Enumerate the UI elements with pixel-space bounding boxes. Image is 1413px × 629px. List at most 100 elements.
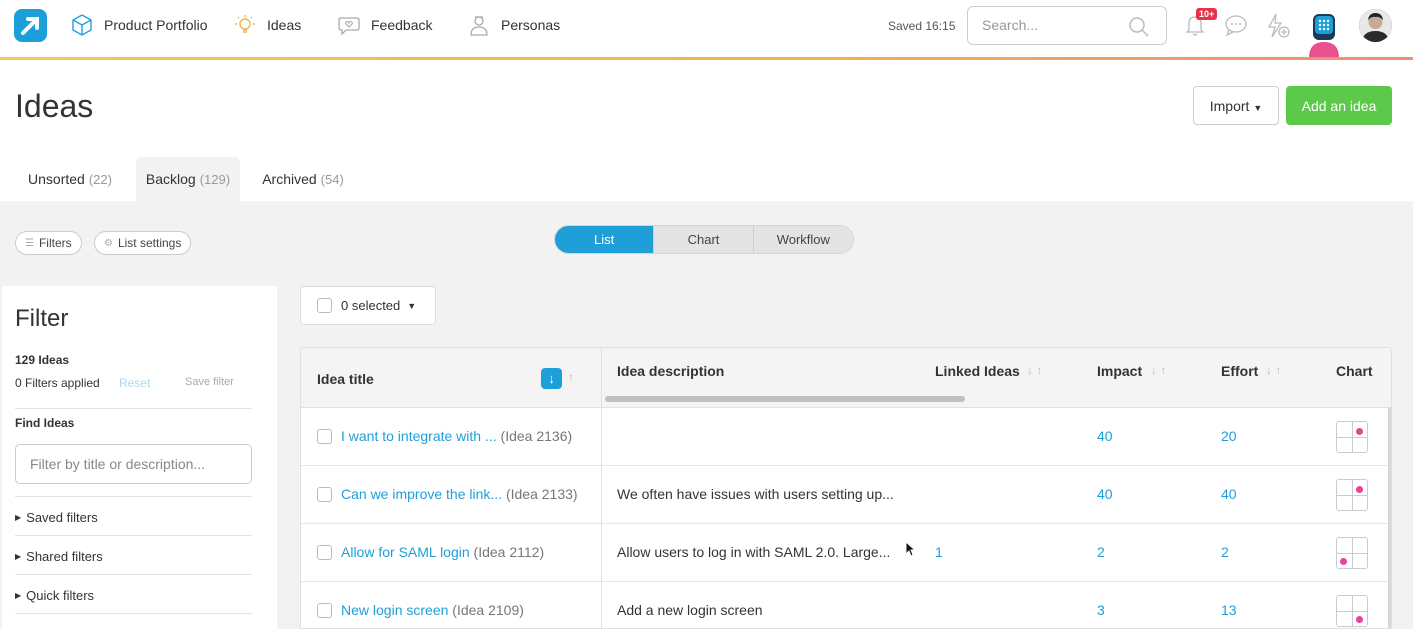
idea-id: (Idea 2109) [452, 602, 524, 618]
lightbulb-icon [235, 15, 255, 33]
impact-value[interactable]: 40 [1097, 428, 1113, 444]
idea-title-link[interactable]: Can we improve the link... [341, 486, 502, 502]
impact-effort-mini-chart [1336, 595, 1368, 627]
sort-arrows-icon[interactable]: ↓ ↑ [1027, 363, 1042, 377]
effort-value[interactable]: 2 [1221, 544, 1229, 560]
idea-title-link[interactable]: I want to integrate with ... [341, 428, 497, 444]
filter-lines-icon: ☰ [25, 237, 34, 249]
idea-id: (Idea 2133) [505, 486, 578, 502]
idea-title-link[interactable]: Allow for SAML login [341, 544, 470, 560]
column-header-description[interactable]: Idea description [617, 363, 724, 379]
search-icon[interactable] [1128, 16, 1150, 38]
divider [15, 408, 252, 409]
vertical-scrollbar[interactable] [1388, 408, 1391, 628]
idea-description: We often have issues with users setting … [617, 486, 894, 502]
quick-filters-toggle[interactable]: ▶ Quick filters [15, 588, 94, 603]
group-label: Shared filters [26, 549, 103, 564]
sort-asc-icon[interactable]: ↑ [568, 370, 574, 384]
column-header-chart[interactable]: Chart [1336, 363, 1373, 379]
nav-label: Ideas [267, 17, 302, 33]
view-list-button[interactable]: List [555, 226, 655, 253]
row-checkbox[interactable] [317, 429, 332, 444]
table-row[interactable]: New login screen (Idea 2109) Add a new l… [301, 582, 1391, 628]
filters-label: Filters [38, 236, 72, 250]
column-header-effort[interactable]: Effort [1221, 363, 1258, 379]
nav-item-personas[interactable]: Personas [467, 10, 560, 40]
sort-desc-icon[interactable]: ↓ [541, 368, 562, 389]
view-switcher: List Chart Workflow [554, 225, 854, 254]
saved-status: Saved 16:15 [888, 19, 956, 33]
table-row[interactable]: Can we improve the link... (Idea 2133) W… [301, 466, 1391, 524]
caret-right-icon: ▶ [15, 552, 22, 561]
search-input[interactable] [982, 17, 1132, 33]
impact-effort-mini-chart [1336, 421, 1368, 453]
select-all-checkbox[interactable] [317, 298, 332, 313]
group-label: Quick filters [26, 588, 95, 603]
persona-icon [470, 16, 488, 36]
chart-dot [1340, 558, 1347, 565]
effort-value[interactable]: 13 [1221, 602, 1237, 618]
assistant-robot-icon[interactable] [1306, 12, 1342, 58]
lightning-add-icon[interactable] [1263, 12, 1291, 40]
tab-backlog[interactable]: Backlog (129) [136, 157, 240, 201]
save-filter-link[interactable]: Save filter [185, 376, 234, 388]
divider [15, 574, 252, 575]
effort-value[interactable]: 40 [1221, 486, 1237, 502]
impact-value[interactable]: 2 [1097, 544, 1105, 560]
chat-icon[interactable] [1223, 12, 1249, 38]
nav-label: Product Portfolio [104, 17, 208, 33]
impact-effort-mini-chart [1336, 537, 1368, 569]
chart-dot [1356, 428, 1363, 435]
divider [15, 613, 252, 614]
nav-item-feedback[interactable]: Feedback [337, 10, 432, 40]
filter-search-input[interactable] [15, 444, 252, 484]
impact-value[interactable]: 40 [1097, 486, 1113, 502]
ideas-count: 129 Ideas [15, 353, 70, 367]
saved-filters-toggle[interactable]: ▶ Saved filters [15, 510, 98, 525]
nav-item-ideas[interactable]: Ideas [233, 10, 301, 40]
nav-item-product-portfolio[interactable]: Product Portfolio [70, 10, 208, 40]
import-button[interactable]: Import ▼ [1193, 86, 1279, 125]
top-navigation-bar: Product Portfolio Ideas Feedback Persona… [0, 0, 1413, 58]
view-chart-button[interactable]: Chart [654, 226, 754, 253]
page-title: Ideas [15, 88, 94, 124]
effort-value[interactable]: 20 [1221, 428, 1237, 444]
tab-label: Backlog [145, 171, 196, 187]
user-avatar[interactable] [1359, 9, 1392, 42]
chart-dot [1356, 616, 1363, 623]
add-idea-button[interactable]: Add an idea [1286, 86, 1392, 125]
mouse-cursor-icon [905, 541, 917, 557]
sort-arrows-icon[interactable]: ↓ ↑ [1266, 363, 1281, 377]
shared-filters-toggle[interactable]: ▶ Shared filters [15, 549, 103, 564]
column-header-linked-ideas[interactable]: Linked Ideas [935, 363, 1020, 379]
reset-filter-link[interactable]: Reset [119, 376, 150, 390]
view-workflow-button[interactable]: Workflow [754, 226, 853, 253]
filters-button[interactable]: ☰ Filters [15, 231, 82, 255]
column-header-title[interactable]: Idea title [317, 371, 374, 387]
app-logo-icon[interactable] [14, 9, 47, 42]
impact-value[interactable]: 3 [1097, 602, 1105, 618]
row-checkbox[interactable] [317, 487, 332, 502]
table-row[interactable]: Allow for SAML login (Idea 2112) Allow u… [301, 524, 1391, 582]
bulk-select-dropdown[interactable]: 0 selected ▼ [300, 286, 436, 325]
row-checkbox[interactable] [317, 603, 332, 618]
find-ideas-label: Find Ideas [15, 416, 75, 430]
row-checkbox[interactable] [317, 545, 332, 560]
search-box[interactable] [967, 6, 1167, 45]
tab-archived[interactable]: Archived (54) [252, 157, 354, 201]
tab-unsorted[interactable]: Unsorted (22) [16, 157, 124, 201]
cube-icon [72, 14, 92, 36]
idea-id: (Idea 2112) [473, 544, 545, 560]
idea-title-link[interactable]: New login screen [341, 602, 448, 618]
column-divider [601, 348, 602, 628]
sort-arrows-icon[interactable]: ↓ ↑ [1151, 363, 1166, 377]
gear-icon: ⚙ [104, 237, 113, 249]
idea-id: (Idea 2136) [500, 428, 573, 444]
horizontal-scrollbar[interactable] [605, 396, 965, 402]
column-header-impact[interactable]: Impact [1097, 363, 1142, 379]
ideas-content: ☰ Filters ⚙ List settings List Chart Workf… [0, 201, 1413, 629]
list-settings-button[interactable]: ⚙ List settings [94, 231, 192, 255]
linked-ideas-value[interactable]: 1 [935, 544, 943, 560]
table-row[interactable]: I want to integrate with ... (Idea 2136)… [301, 408, 1391, 466]
ideas-table: Idea title ↓ ↑ Idea description Linked I… [300, 347, 1392, 629]
